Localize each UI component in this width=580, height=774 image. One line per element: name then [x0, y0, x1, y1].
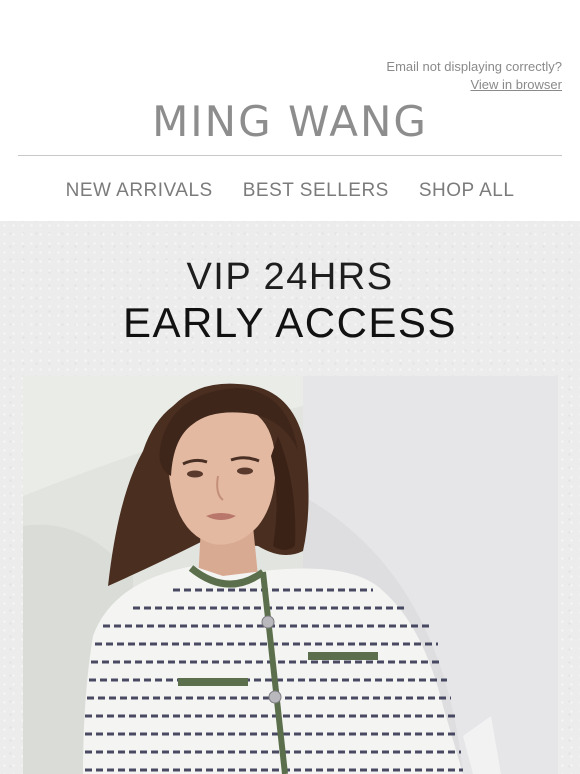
hero-headline-early-access: EARLY ACCESS: [123, 299, 457, 346]
main-nav: NEW ARRIVALS BEST SELLERS SHOP ALL: [0, 180, 580, 202]
nav-shop-all[interactable]: SHOP ALL: [419, 180, 515, 202]
hero-banner: VIP 24HRS EARLY ACCESS: [0, 221, 580, 774]
preheader: Email not displaying correctly? View in …: [386, 58, 562, 94]
preheader-message: Email not displaying correctly?: [386, 59, 562, 74]
hero-headline-vip: VIP 24HRS: [186, 256, 394, 298]
nav-new-arrivals[interactable]: NEW ARRIVALS: [66, 180, 213, 202]
view-in-browser-link[interactable]: View in browser: [470, 76, 562, 94]
header-divider: [18, 155, 562, 156]
hero-image[interactable]: [23, 376, 558, 774]
nav-best-sellers[interactable]: BEST SELLERS: [243, 180, 389, 202]
model-photo-illustration: [23, 376, 558, 774]
brand-logo[interactable]: MING WANG: [0, 96, 580, 148]
